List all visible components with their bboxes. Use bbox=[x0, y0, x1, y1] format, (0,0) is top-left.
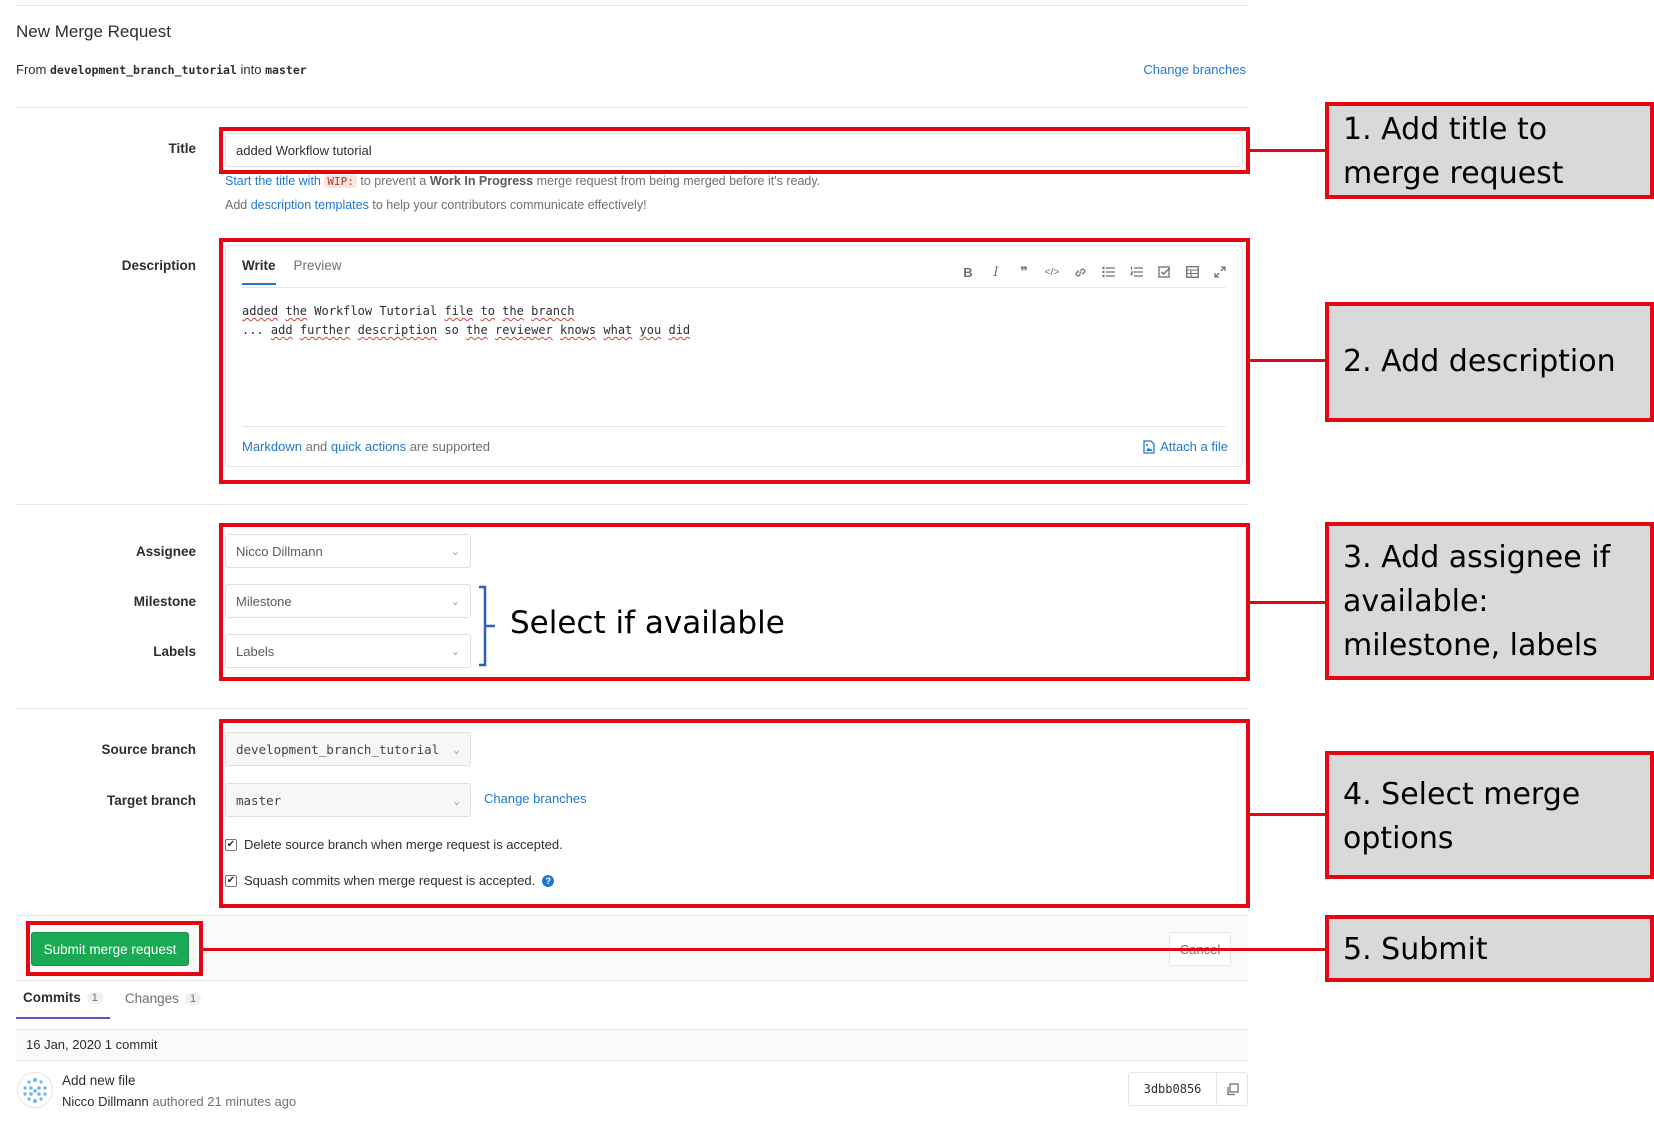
commits-count-badge: 1 bbox=[86, 991, 103, 1004]
divider bbox=[16, 504, 1248, 505]
annotation-step4: 4. Select merge options bbox=[1325, 751, 1654, 879]
commit-time: authored 21 minutes ago bbox=[152, 1094, 297, 1109]
target-branch-label: Target branch bbox=[106, 793, 196, 808]
annotation-connector bbox=[1250, 601, 1326, 604]
annotation-connector bbox=[203, 948, 1326, 951]
assignee-label: Assignee bbox=[135, 544, 196, 559]
wip-hint: Start the title with WIP: to prevent a W… bbox=[225, 174, 820, 188]
templates-hint-start: Add bbox=[225, 198, 248, 212]
target-branch-name: master bbox=[265, 63, 307, 77]
source-branch-label: Source branch bbox=[101, 742, 196, 757]
commit-author[interactable]: Nicco Dillmann bbox=[62, 1094, 149, 1109]
from-prefix: From bbox=[16, 62, 47, 77]
annotation-box-merge-options bbox=[219, 719, 1250, 908]
page-title: New Merge Request bbox=[16, 22, 171, 41]
annotation-connector bbox=[1250, 359, 1326, 362]
commit-title[interactable]: Add new file bbox=[62, 1073, 136, 1088]
annotation-connector bbox=[1250, 149, 1326, 152]
branch-summary: From development_branch_tutorial into ma… bbox=[16, 62, 307, 77]
tab-changes[interactable]: Changes 1 bbox=[118, 990, 208, 1019]
avatar bbox=[17, 1072, 53, 1108]
commit-meta: Nicco Dillmann authored 21 minutes ago bbox=[62, 1094, 296, 1109]
tab-commits[interactable]: Commits 1 bbox=[16, 990, 110, 1019]
divider bbox=[16, 107, 1248, 108]
title-label: Title bbox=[168, 141, 196, 156]
annotation-box-description bbox=[219, 238, 1250, 484]
wip-hint-end: merge request from being merged before i… bbox=[536, 174, 821, 188]
commit-sha[interactable]: 3dbb0856 bbox=[1129, 1073, 1217, 1105]
annotation-box-title bbox=[219, 127, 1250, 174]
change-branches-link[interactable]: Change branches bbox=[1143, 62, 1246, 77]
description-templates-link[interactable]: description templates bbox=[251, 198, 369, 212]
wip-code: WIP: bbox=[324, 175, 357, 188]
into-text: into bbox=[240, 62, 262, 77]
annotation-step3: 3. Add assignee if available: milestone,… bbox=[1325, 522, 1654, 680]
wip-hint-text: to prevent a bbox=[360, 174, 427, 188]
bracket-icon bbox=[479, 585, 495, 667]
tab-changes-label: Changes bbox=[124, 991, 179, 1006]
wip-hint-bold: Work In Progress bbox=[429, 174, 534, 188]
commit-tabs: Commits 1 Changes 1 bbox=[16, 990, 208, 1019]
annotation-box-assignee bbox=[219, 523, 1250, 681]
top-divider bbox=[16, 5, 1248, 6]
templates-hint-end: to help your contributors communicate ef… bbox=[372, 198, 647, 212]
source-branch-name: development_branch_tutorial bbox=[49, 63, 237, 77]
annotation-connector bbox=[1250, 813, 1326, 816]
commit-date-header: 16 Jan, 2020 1 commit bbox=[16, 1029, 1248, 1061]
divider bbox=[16, 708, 1248, 709]
annotation-step5: 5. Submit bbox=[1325, 915, 1654, 982]
commit-sha-group: 3dbb0856 bbox=[1128, 1072, 1248, 1106]
changes-count-badge: 1 bbox=[184, 992, 202, 1005]
copy-icon[interactable] bbox=[1217, 1073, 1247, 1105]
annotation-box-submit bbox=[26, 921, 203, 976]
milestone-label: Milestone bbox=[133, 594, 196, 609]
select-if-available-note: Select if available bbox=[510, 605, 785, 641]
tab-commits-label: Commits bbox=[23, 990, 81, 1005]
wip-hint-link[interactable]: Start the title with bbox=[225, 174, 321, 188]
labels-label: Labels bbox=[153, 644, 196, 659]
annotation-step2: 2. Add description bbox=[1325, 302, 1654, 422]
description-label: Description bbox=[121, 258, 196, 273]
annotation-step1: 1. Add title to merge request bbox=[1325, 102, 1654, 199]
templates-hint: Add description templates to help your c… bbox=[225, 198, 647, 212]
